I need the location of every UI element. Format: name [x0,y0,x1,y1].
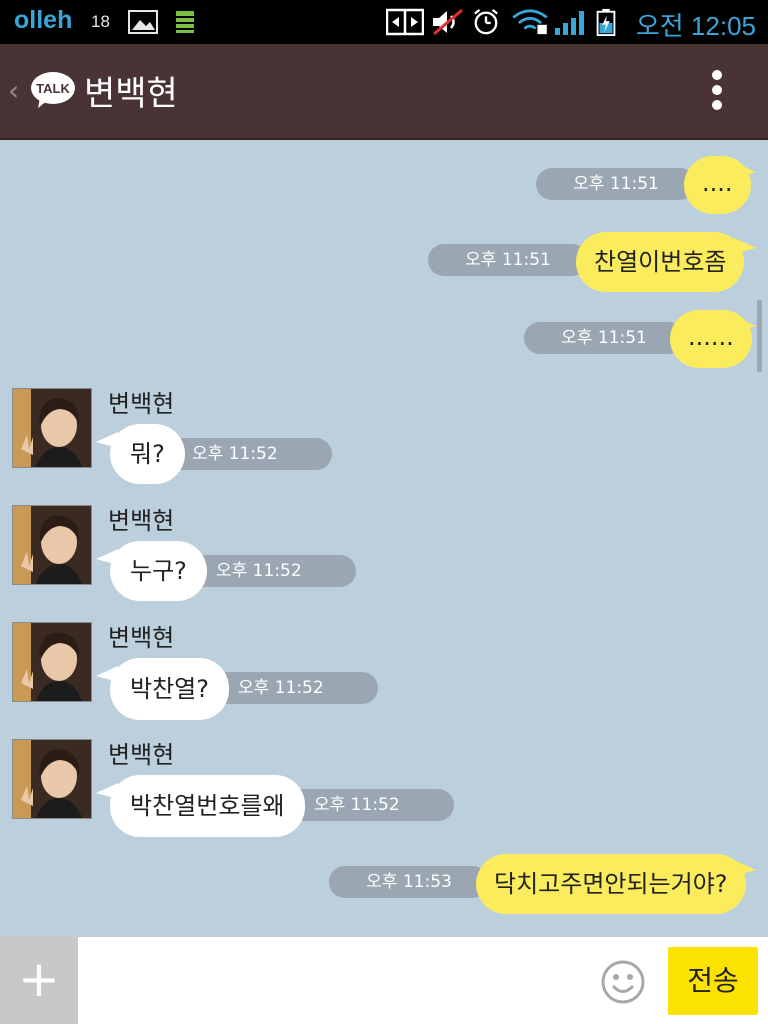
message-bubble-incoming[interactable]: 누구? [110,541,207,601]
message-time: 오후 11:53 [329,866,489,898]
bubble-tail [734,860,756,876]
message-bubble-incoming[interactable]: 뭐? [110,424,185,484]
message-bubble-outgoing[interactable]: 찬열이번호좀 [576,232,745,292]
message-input-bar: + 전송 [0,936,768,1024]
bubble-tail [734,162,756,178]
send-button[interactable]: 전송 [668,947,758,1015]
sender-name: 변백현 [108,741,175,769]
image-icon [128,10,158,34]
profile-photo [13,623,91,701]
carrier-label: olleh [14,6,73,34]
status-bar: olleh 18 오전 12:05 [0,0,768,44]
avatar[interactable] [12,739,92,819]
message-time: 오후 11:52 [184,555,356,587]
profile-photo [13,506,91,584]
profile-photo [13,740,91,818]
avatar[interactable] [12,505,92,585]
message-time: 오후 11:52 [160,438,332,470]
sim-icon [176,11,194,33]
alarm-icon [474,8,498,35]
chat-header: ‹ TALK 변백현 [0,44,768,140]
message-bubble-incoming[interactable]: 박찬열번호를왜 [110,775,305,837]
message-bubble-incoming[interactable]: 박찬열? [110,658,229,720]
message-time: 오후 11:52 [284,789,454,821]
smiley-icon[interactable] [600,959,646,1005]
scrollbar[interactable] [757,300,762,372]
logo-text: TALK [36,81,70,96]
message-list[interactable]: 오후 11:51 .... 오후 11:51 찬열이번호좀 오후 11:51 .… [0,140,768,936]
mute-icon [433,8,463,36]
message-time: 오후 11:51 [428,244,588,276]
notification-count: 18 [91,12,110,31]
message-time: 오후 11:52 [208,672,378,704]
sender-name: 변백현 [108,624,175,652]
wifi-icon [512,9,548,35]
signal-icon [555,11,584,35]
bubble-tail [734,316,756,332]
attach-plus-button[interactable]: + [0,937,78,1024]
message-bubble-outgoing[interactable]: 닥치고주면안되는거야? [476,854,746,914]
bubble-tail [734,238,756,254]
clock: 오전 12:05 [635,11,756,41]
profile-photo [13,389,91,467]
kakaotalk-logo: TALK [31,72,75,108]
battery-charging-icon [596,8,616,36]
chevron-left-icon[interactable]: ‹ [8,74,19,107]
avatar[interactable] [12,622,92,702]
message-input[interactable] [80,943,590,1019]
more-vertical-icon[interactable] [712,70,724,114]
nfc-icon [386,8,424,36]
message-time: 오후 11:51 [536,168,696,200]
sender-name: 변백현 [108,390,175,418]
chat-title: 변백현 [84,74,178,114]
sender-name: 변백현 [108,507,175,535]
avatar[interactable] [12,388,92,468]
message-time: 오후 11:51 [524,322,684,354]
